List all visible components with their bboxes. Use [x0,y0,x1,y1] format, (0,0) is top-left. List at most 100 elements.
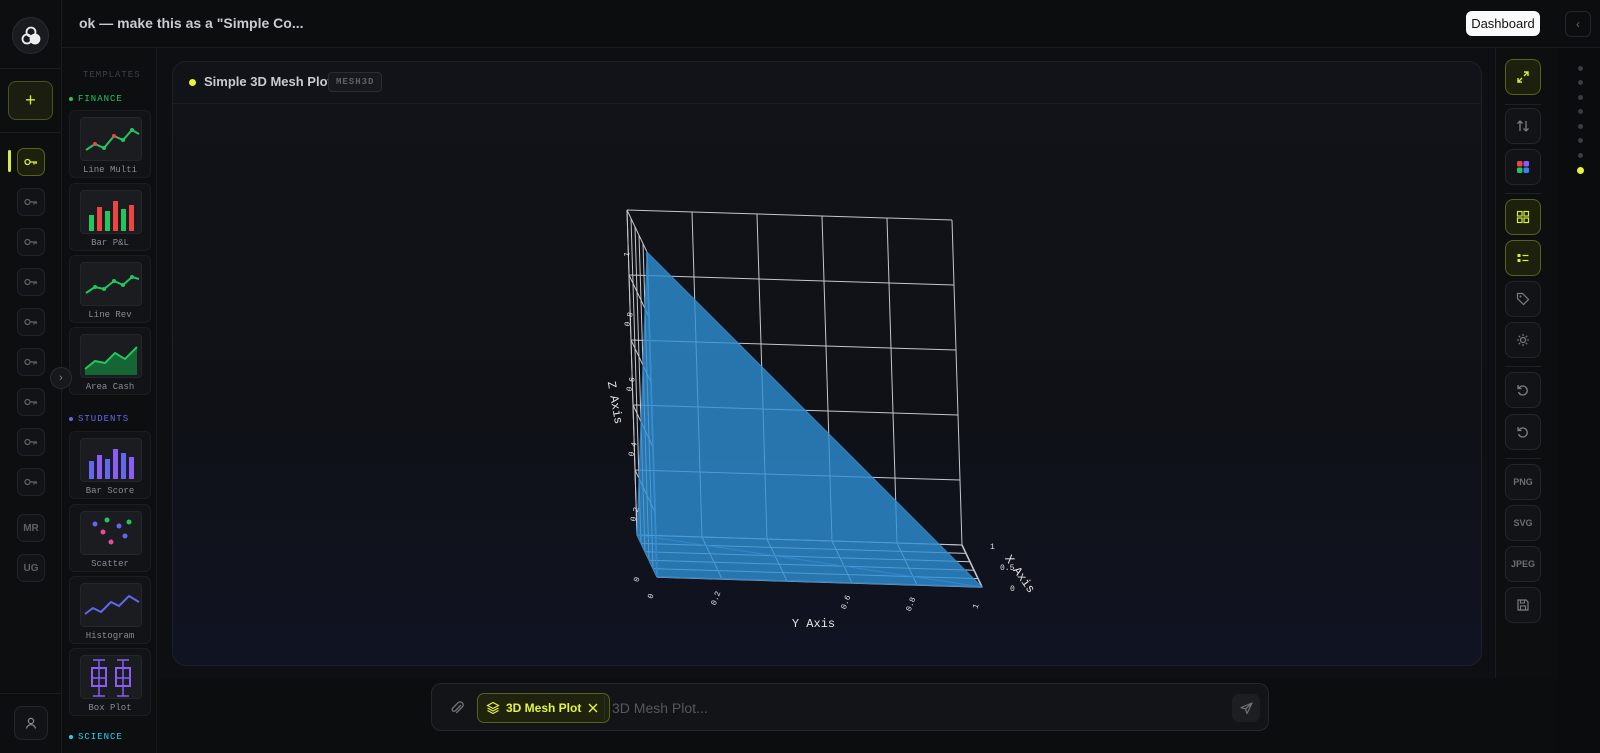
template-card[interactable]: Histogram [69,576,151,644]
plot-card: Simple 3D Mesh Plot MESH3D 0 0.2 0.4 0.6 0.8… [172,61,1482,666]
export-jpeg-button[interactable]: JPEG [1505,546,1541,582]
rail-item-6[interactable] [17,348,45,376]
collapse-panel-button[interactable]: ‹ [1565,11,1591,37]
dashboard-button[interactable]: Dashboard [1466,11,1540,36]
app-root: + MR UG › ok — make this as a "Simple Co… [0,0,1600,753]
send-button[interactable] [1232,694,1260,722]
legend-toggle-button[interactable] [1505,240,1541,276]
key-icon [24,438,37,446]
page-dot[interactable] [1578,153,1583,158]
tag-icon [1516,292,1530,306]
scatter-chart-icon [80,511,142,555]
rail-item-mr[interactable]: MR [17,514,45,542]
tools-divider [1505,104,1541,105]
x-tick-label: 1 [990,543,995,552]
undo-button[interactable] [1505,372,1541,408]
paperclip-icon[interactable] [448,699,466,717]
labels-button[interactable] [1505,281,1541,317]
theme-button[interactable] [1505,322,1541,358]
plot-type-badge: MESH3D [328,72,383,92]
rail-item-8[interactable] [17,428,45,456]
main-panel: Simple 3D Mesh Plot MESH3D 0 0.2 0.4 0.6 0.8… [157,48,1495,678]
key-icon [24,238,37,246]
reset-button[interactable] [1505,414,1541,450]
template-label: Line Multi [82,165,137,175]
section-dot [69,735,73,739]
page-dot[interactable] [1578,138,1583,143]
area-chart-icon [80,334,142,378]
page-dot[interactable] [1578,124,1583,129]
y-tick-label: 0.8 [905,596,918,613]
expand-sidebar-button[interactable]: › [50,367,72,389]
grid-icon [1516,210,1530,224]
mesh-face [636,250,984,588]
y-axis-title: Y Axis [792,617,835,631]
new-chat-button[interactable]: + [8,81,53,120]
x-tick-label: 0 [1010,585,1015,594]
rail-item-9[interactable] [17,468,45,496]
chevron-right-icon: › [59,372,63,384]
logo-icon [21,26,40,44]
templates-panel: TEMPLATES FINANCE Line Multi Bar P&L Lin… [62,48,157,753]
send-icon [1239,701,1253,714]
rail-item-3[interactable] [17,228,45,256]
rail-item-1[interactable] [17,148,45,176]
rail-divider [0,132,62,133]
prompt-input[interactable] [612,696,1212,720]
page-dot[interactable] [1578,66,1583,71]
page-dot[interactable] [1578,80,1583,85]
section-finance: FINANCE [69,94,123,104]
rail-divider [0,68,62,69]
chip-label: 3D Mesh Plot [506,701,582,715]
z-tick-label: 0 [633,576,643,583]
section-dot [69,97,73,101]
line-chart-icon [80,117,142,161]
rail-item-2[interactable] [17,188,45,216]
close-icon[interactable] [587,702,599,714]
tools-divider [1505,193,1541,194]
conversation-title: ok — make this as a "Simple Co... [79,15,304,31]
z-axis-title: Z Axis [604,380,625,425]
active-indicator [8,150,11,172]
status-dot [189,79,196,86]
grid-toggle-button[interactable] [1505,199,1541,235]
page-dot[interactable] [1578,95,1583,100]
app-logo[interactable] [12,17,49,54]
palette-button[interactable] [1505,149,1541,185]
page-dot[interactable] [1578,109,1583,114]
fullscreen-button[interactable] [1505,59,1541,95]
template-card[interactable]: Scatter [69,504,151,572]
composer-divider [604,696,605,720]
bar-chart-icon [80,190,142,234]
plot-header: Simple 3D Mesh Plot MESH3D [173,62,1481,104]
export-svg-button[interactable]: SVG [1505,505,1541,541]
user-icon [25,717,37,729]
save-button[interactable] [1505,587,1541,623]
mesh3d-plot[interactable]: 00.20.40.60.810 0.2 0.6 0.8 100.51 X AxisY A… [173,104,1482,666]
template-card[interactable]: Line Multi [69,110,151,178]
y-tick-label: 0 [647,593,657,601]
swap-axes-button[interactable] [1505,108,1541,144]
rail-item-7[interactable] [17,388,45,416]
template-card[interactable]: Bar Score [69,431,151,499]
user-profile-button[interactable] [14,706,48,740]
y-tick-label: 0.6 [840,594,853,611]
templates-heading: TEMPLATES [83,70,141,80]
section-label: SCIENCE [78,732,123,742]
template-card[interactable]: Box Plot [69,648,151,716]
plot-title: Simple 3D Mesh Plot [204,74,332,89]
section-label: FINANCE [78,94,123,104]
rail-item-ug[interactable]: UG [17,554,45,582]
chart-type-chip[interactable]: 3D Mesh Plot [477,693,611,723]
template-card[interactable]: Area Cash [69,327,151,395]
template-card[interactable]: Line Rev [69,255,151,323]
export-png-button[interactable]: PNG [1505,464,1541,500]
box-plot-icon [80,655,142,699]
expand-icon [1517,71,1529,83]
chevron-left-icon: ‹ [1576,17,1580,31]
composer-area: 3D Mesh Plot [157,678,1557,753]
page-dot-active[interactable] [1577,167,1584,174]
template-card[interactable]: Bar P&L [69,183,151,251]
rail-item-4[interactable] [17,268,45,296]
rail-item-5[interactable] [17,308,45,336]
